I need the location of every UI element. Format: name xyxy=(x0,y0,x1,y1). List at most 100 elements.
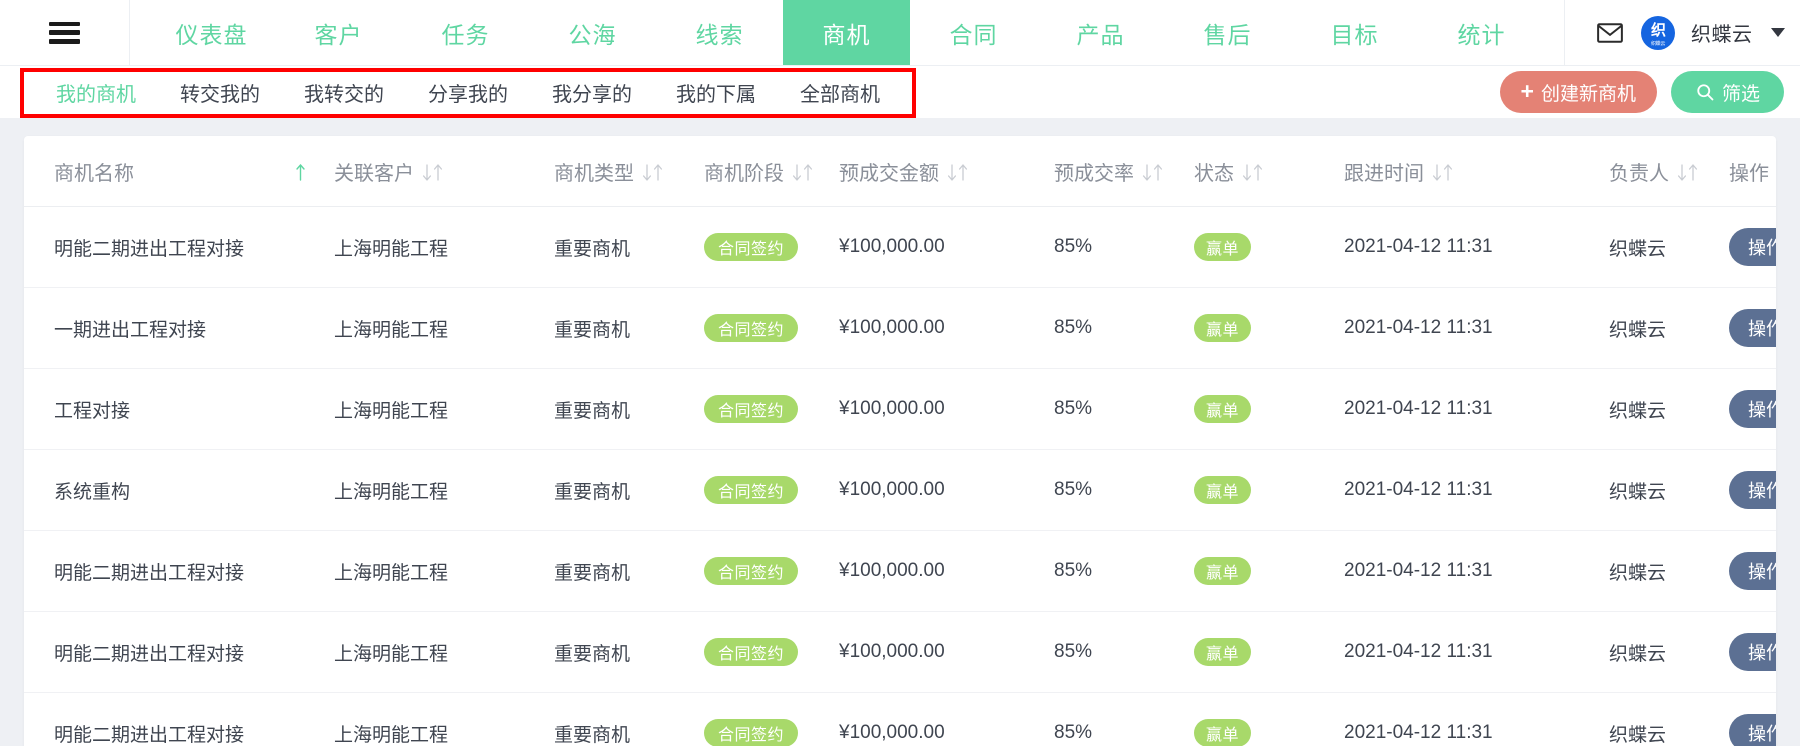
cell-operations[interactable]: 操作 xyxy=(1729,368,1776,450)
cell-customer[interactable]: 上海明能工程 xyxy=(334,530,554,612)
column-header-4[interactable]: 预成交金额 xyxy=(839,136,1054,207)
table-row[interactable]: 系统重构 上海明能工程 重要商机 合同签约 ¥100,000.00 85% 赢单 2021-0… xyxy=(24,449,1776,531)
follow-time-text: 2021-04-12 11:31 xyxy=(1344,560,1493,581)
row-operation-button[interactable]: 操作 xyxy=(1729,714,1776,746)
column-header-6[interactable]: 状态 xyxy=(1194,136,1344,207)
mail-icon[interactable] xyxy=(1595,18,1625,48)
nav-item-4[interactable]: 线索 xyxy=(656,0,783,65)
nav-item-6[interactable]: 合同 xyxy=(910,0,1037,65)
cell-customer[interactable]: 上海明能工程 xyxy=(334,206,554,288)
sort-icon-both[interactable] xyxy=(1432,164,1453,181)
status-badge: 赢单 xyxy=(1194,638,1252,666)
filter-button[interactable]: 筛选 xyxy=(1670,71,1784,113)
cell-customer[interactable]: 上海明能工程 xyxy=(334,449,554,531)
row-operation-button[interactable]: 操作 xyxy=(1729,228,1776,266)
table-row[interactable]: 明能二期进出工程对接 上海明能工程 重要商机 合同签约 ¥100,000.00 85% 赢单… xyxy=(24,611,1776,693)
row-operation-label: 操作 xyxy=(1748,400,1776,420)
sort-icon-both[interactable] xyxy=(1142,164,1163,181)
cell-operations[interactable]: 操作 xyxy=(1729,206,1776,288)
nav-item-9[interactable]: 目标 xyxy=(1291,0,1418,65)
cell-operations[interactable]: 操作 xyxy=(1729,692,1776,746)
column-header-3[interactable]: 商机阶段 xyxy=(704,136,839,207)
customer-text: 上海明能工程 xyxy=(334,238,449,260)
cell-opportunity-name[interactable]: 一期进出工程对接 xyxy=(24,287,334,369)
row-operation-button[interactable]: 操作 xyxy=(1729,390,1776,428)
cell-customer[interactable]: 上海明能工程 xyxy=(334,692,554,746)
column-header-8[interactable]: 负责人 xyxy=(1609,136,1729,207)
nav-item-label: 线索 xyxy=(695,21,744,48)
tab-label: 我分享的 xyxy=(552,83,632,106)
column-header-label: 负责人 xyxy=(1609,163,1669,185)
sort-icon-both[interactable] xyxy=(1242,164,1263,181)
nav-item-1[interactable]: 客户 xyxy=(275,0,402,65)
nav-item-10[interactable]: 统计 xyxy=(1418,0,1545,65)
column-header-7[interactable]: 跟进时间 xyxy=(1344,136,1609,207)
nav-item-5[interactable]: 商机 xyxy=(783,0,910,65)
tab-label: 我转交的 xyxy=(304,83,384,106)
tab-1[interactable]: 转交我的 xyxy=(158,66,282,118)
nav-item-0[interactable]: 仪表盘 xyxy=(148,0,275,65)
menu-toggle-button[interactable] xyxy=(0,0,130,65)
hamburger-icon[interactable] xyxy=(49,21,80,44)
column-header-2[interactable]: 商机类型 xyxy=(554,136,704,207)
cell-customer[interactable]: 上海明能工程 xyxy=(334,611,554,693)
avatar[interactable]: 织 织蝶云 xyxy=(1641,15,1675,50)
table-row[interactable]: 一期进出工程对接 上海明能工程 重要商机 合同签约 ¥100,000.00 85% 赢单 20… xyxy=(24,287,1776,369)
sort-icon-both[interactable] xyxy=(792,164,813,181)
cell-opportunity-name[interactable]: 明能二期进出工程对接 xyxy=(24,530,334,612)
cell-operations[interactable]: 操作 xyxy=(1729,287,1776,369)
nav-item-7[interactable]: 产品 xyxy=(1037,0,1164,65)
nav-item-8[interactable]: 售后 xyxy=(1164,0,1291,65)
column-header-1[interactable]: 关联客户 xyxy=(334,136,554,207)
cell-type: 重要商机 xyxy=(554,611,704,693)
table-row[interactable]: 明能二期进出工程对接 上海明能工程 重要商机 合同签约 ¥100,000.00 85% 赢单… xyxy=(24,692,1776,746)
chevron-down-icon[interactable] xyxy=(1770,28,1785,37)
table-row[interactable]: 明能二期进出工程对接 上海明能工程 重要商机 合同签约 ¥100,000.00 85% 赢单… xyxy=(24,206,1776,288)
sort-icon-both[interactable] xyxy=(947,164,968,181)
cell-operations[interactable]: 操作 xyxy=(1729,611,1776,693)
nav-item-2[interactable]: 任务 xyxy=(402,0,529,65)
sort-icon-asc[interactable] xyxy=(295,164,306,181)
sort-icon-both[interactable] xyxy=(642,164,663,181)
follow-time-text: 2021-04-12 11:31 xyxy=(1344,641,1493,662)
cell-opportunity-name[interactable]: 明能二期进出工程对接 xyxy=(24,611,334,693)
column-header-5[interactable]: 预成交率 xyxy=(1054,136,1194,207)
create-opportunity-button[interactable]: + 创建新商机 xyxy=(1499,71,1657,113)
status-badge: 赢单 xyxy=(1194,314,1252,342)
cell-customer[interactable]: 上海明能工程 xyxy=(334,287,554,369)
tab-2[interactable]: 我转交的 xyxy=(282,66,406,118)
opportunity-name-text: 工程对接 xyxy=(54,400,131,422)
tab-list: 我的商机 转交我的 我转交的 分享我的 我分享的 我的下属 全部商机 xyxy=(34,66,902,118)
cell-opportunity-name[interactable]: 明能二期进出工程对接 xyxy=(24,692,334,746)
row-operation-button[interactable]: 操作 xyxy=(1729,309,1776,347)
tab-0[interactable]: 我的商机 xyxy=(34,66,158,118)
cell-opportunity-name[interactable]: 系统重构 xyxy=(24,449,334,531)
tab-4[interactable]: 我分享的 xyxy=(530,66,654,118)
row-operation-button[interactable]: 操作 xyxy=(1729,471,1776,509)
row-operation-button[interactable]: 操作 xyxy=(1729,633,1776,671)
cell-opportunity-name[interactable]: 工程对接 xyxy=(24,368,334,450)
cell-amount: ¥100,000.00 xyxy=(839,449,1054,531)
tab-3[interactable]: 分享我的 xyxy=(406,66,530,118)
tab-6[interactable]: 全部商机 xyxy=(778,66,902,118)
cell-operations[interactable]: 操作 xyxy=(1729,449,1776,531)
nav-item-label: 仪表盘 xyxy=(175,21,248,48)
row-operation-label: 操作 xyxy=(1748,481,1776,501)
cell-owner: 织蝶云 xyxy=(1609,206,1729,288)
cell-opportunity-name[interactable]: 明能二期进出工程对接 xyxy=(24,206,334,288)
table-row[interactable]: 明能二期进出工程对接 上海明能工程 重要商机 合同签约 ¥100,000.00 85% 赢单… xyxy=(24,530,1776,612)
column-header-0[interactable]: 商机名称 xyxy=(24,136,334,207)
cell-operations[interactable]: 操作 xyxy=(1729,530,1776,612)
table-row[interactable]: 工程对接 上海明能工程 重要商机 合同签约 ¥100,000.00 85% 赢单 2021-0… xyxy=(24,368,1776,450)
nav-item-3[interactable]: 公海 xyxy=(529,0,656,65)
type-text: 重要商机 xyxy=(554,724,631,746)
cell-customer[interactable]: 上海明能工程 xyxy=(334,368,554,450)
tab-5[interactable]: 我的下属 xyxy=(654,66,778,118)
tab-label: 转交我的 xyxy=(180,83,260,106)
stage-badge: 合同签约 xyxy=(704,476,799,504)
sort-icon-both[interactable] xyxy=(422,164,443,181)
row-operation-button[interactable]: 操作 xyxy=(1729,552,1776,590)
stage-badge: 合同签约 xyxy=(704,233,799,261)
username-label[interactable]: 织蝶云 xyxy=(1691,18,1753,47)
sort-icon-both[interactable] xyxy=(1677,164,1698,181)
